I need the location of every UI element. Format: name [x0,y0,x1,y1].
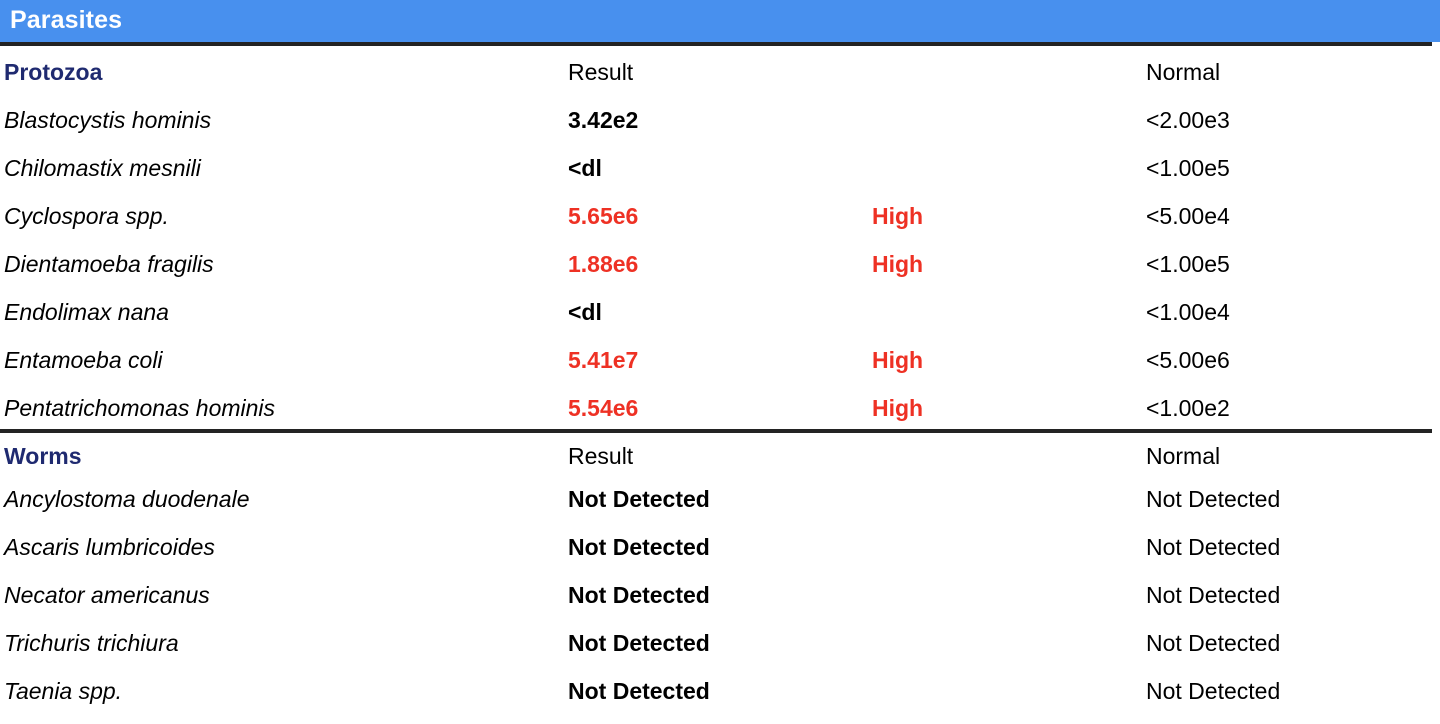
status-badge-high: High [872,347,924,373]
result-value: Not Detected [568,534,710,560]
result-value: Not Detected [568,486,710,512]
organism-name: Chilomastix mesnili [4,155,201,181]
result-value: 5.54e6 [568,395,639,421]
organism-name: Necator americanus [4,582,210,608]
table-row: Taenia spp. Not Detected Not Detected [0,676,1440,724]
normal-range-value: Not Detected [1146,630,1281,656]
normal-range-value: <1.00e4 [1146,299,1230,325]
status-badge-high: High [872,203,924,229]
panel-header-bar: Parasites [0,0,1440,42]
organism-name: Dientamoeba fragilis [4,251,214,277]
result-value: Not Detected [568,678,710,704]
normal-range-value: <1.00e5 [1146,155,1230,181]
result-value: Not Detected [568,582,710,608]
normal-range-value: <2.00e3 [1146,107,1230,133]
section-heading-worms: Worms [4,443,82,469]
column-header-result-worms: Result [568,443,634,469]
organism-name: Blastocystis hominis [4,107,212,133]
normal-range-value: <1.00e5 [1146,251,1230,277]
result-value: Not Detected [568,630,710,656]
organism-name: Endolimax nana [4,299,169,325]
organism-name: Entamoeba coli [4,347,163,373]
result-value: <dl [568,155,602,181]
section-header-row-protozoa: Protozoa Result Normal [0,57,1440,105]
result-value: 5.41e7 [568,347,639,373]
panel-title: Parasites [10,6,123,34]
column-header-result-protozoa: Result [568,59,634,85]
table-row: Ancylostoma duodenale Not Detected Not Det… [0,484,1440,532]
table-row: Entamoeba coli 5.41e7 High <5.00e6 [0,345,1440,393]
normal-range-value: <5.00e6 [1146,347,1230,373]
normal-range-value: Not Detected [1146,678,1281,704]
organism-name: Trichuris trichiura [4,630,179,656]
normal-range-value: Not Detected [1146,486,1281,512]
status-badge-high: High [872,395,924,421]
result-value: 3.42e2 [568,107,639,133]
normal-range-value: Not Detected [1146,534,1281,560]
header-divider-rule [0,42,1432,46]
organism-name: Ancylostoma duodenale [4,486,250,512]
normal-range-value: Not Detected [1146,582,1281,608]
organism-name: Pentatrichomonas hominis [4,395,276,421]
organism-name: Ascaris lumbricoides [4,534,215,560]
result-value: 5.65e6 [568,203,639,229]
table-row: Chilomastix mesnili <dl <1.00e5 [0,153,1440,201]
table-row: Trichuris trichiura Not Detected Not Detec… [0,628,1440,676]
organism-name: Cyclospora spp. [4,203,169,229]
table-row: Ascaris lumbricoides Not Detected Not Dete… [0,532,1440,580]
table-row: Blastocystis hominis 3.42e2 <2.00e3 [0,105,1440,153]
result-value: <dl [568,299,602,325]
normal-range-value: <1.00e2 [1146,395,1230,421]
column-header-normal-worms: Normal [1146,443,1221,469]
result-value: 1.88e6 [568,251,639,277]
section-heading-protozoa: Protozoa [4,59,103,85]
organism-name: Taenia spp. [4,678,123,704]
section-header-row-worms: Worms Result Normal [0,441,1440,489]
status-badge-high: High [872,251,924,277]
parasites-report: Parasites Protozoa Result Normal Blastocyst… [0,0,1440,722]
table-row: Endolimax nana <dl <1.00e4 [0,297,1440,345]
table-row: Cyclospora spp. 5.65e6 High <5.00e4 [0,201,1440,249]
normal-range-value: <5.00e4 [1146,203,1230,229]
table-row: Dientamoeba fragilis 1.88e6 High <1.00e5 [0,249,1440,297]
table-row: Pentatrichomonas hominis 5.54e6 High <1.00e… [0,393,1440,441]
table-row: Necator americanus Not Detected Not Detect… [0,580,1440,628]
column-header-normal-protozoa: Normal [1146,59,1221,85]
